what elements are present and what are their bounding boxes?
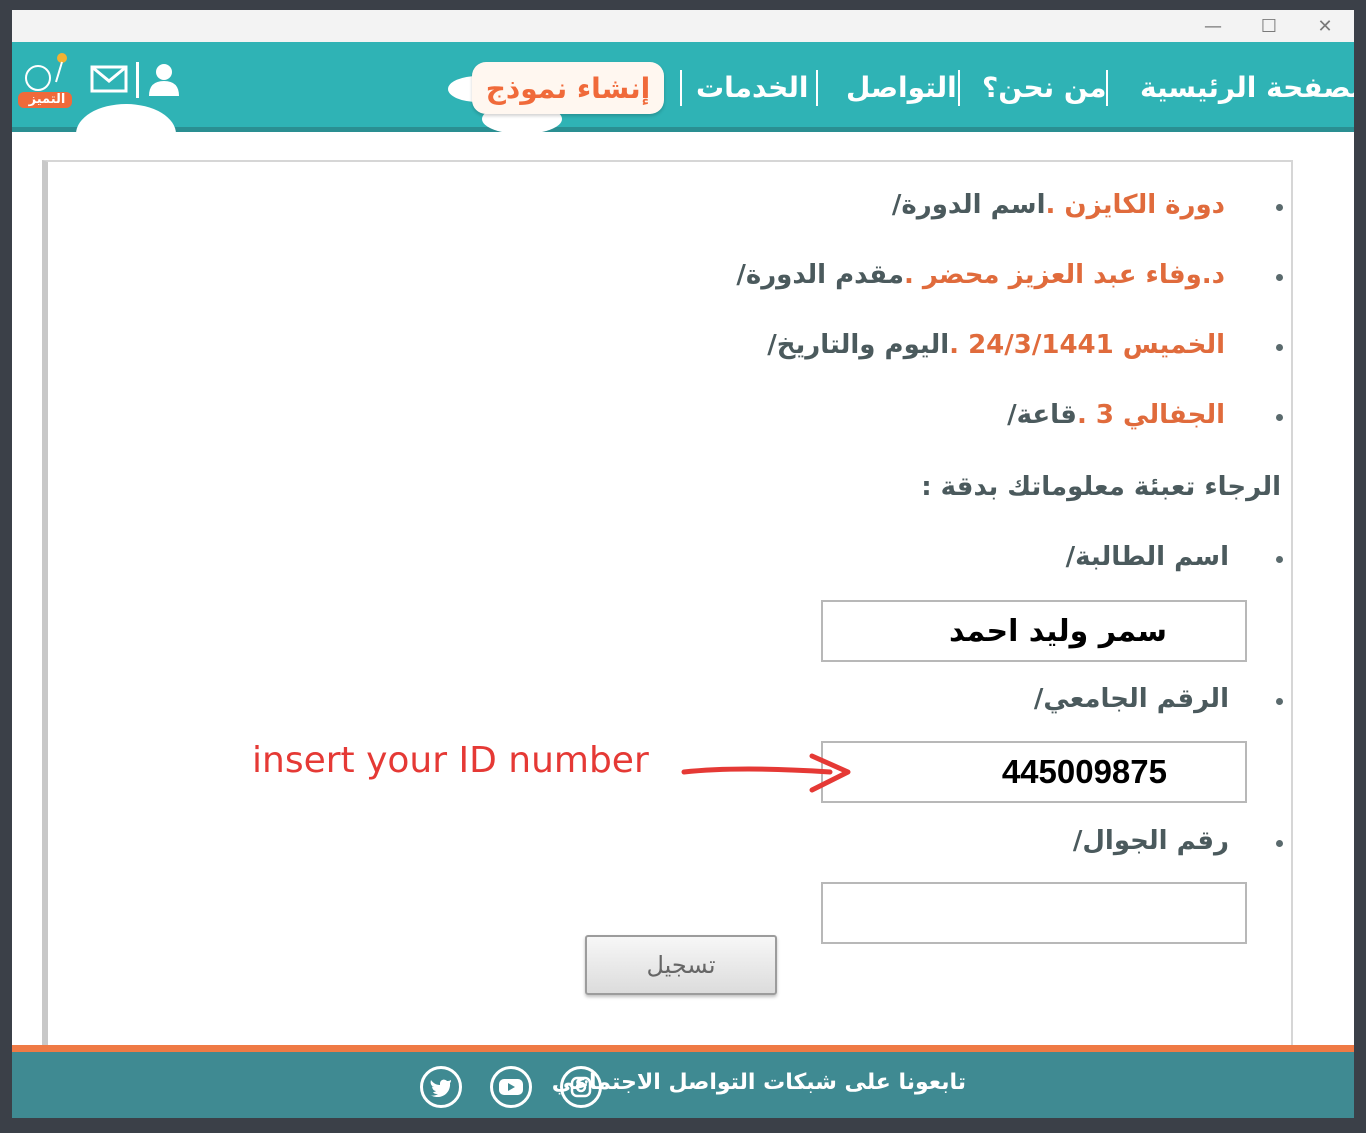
university-id-value: 445009875 bbox=[1001, 753, 1167, 790]
user-icon bbox=[149, 64, 179, 96]
bullet bbox=[1276, 840, 1283, 847]
registration-panel: اسم الدورة/ دورة الكايزن . مقدم الدورة/ … bbox=[42, 160, 1293, 1060]
university-id-row: الرقم الجامعي/ bbox=[1034, 684, 1229, 714]
student-name-label: اسم الطالبة/ bbox=[1065, 542, 1229, 572]
nav-home[interactable]: الصفحة الرئيسية bbox=[1140, 42, 1354, 132]
mobile-row: رقم الجوال/ bbox=[1073, 826, 1229, 856]
envelope-icon bbox=[90, 65, 128, 93]
course-hall-row: قاعة/ الجفالي 3 . bbox=[1007, 400, 1229, 430]
course-hall-label: قاعة/ bbox=[1007, 400, 1077, 430]
bullet bbox=[1276, 698, 1283, 705]
course-name-value: دورة الكايزن . bbox=[1045, 190, 1226, 220]
course-presenter-label: مقدم الدورة/ bbox=[736, 260, 904, 290]
youtube-link[interactable] bbox=[490, 1066, 532, 1108]
bullet bbox=[1276, 414, 1283, 421]
nav-contact[interactable]: التواصل bbox=[846, 42, 957, 132]
cloud-decoration bbox=[76, 104, 176, 164]
title-bar: — ☐ ✕ bbox=[12, 10, 1354, 42]
mobile-label: رقم الجوال/ bbox=[1072, 826, 1229, 856]
profile-button[interactable] bbox=[146, 62, 182, 98]
twitter-icon bbox=[430, 1079, 451, 1097]
course-name-row: اسم الدورة/ دورة الكايزن . bbox=[892, 190, 1229, 220]
nav-services[interactable]: الخدمات bbox=[696, 42, 808, 132]
student-name-row: اسم الطالبة/ bbox=[1066, 542, 1229, 572]
maximize-button[interactable]: ☐ bbox=[1246, 10, 1292, 42]
course-date-label: اليوم والتاريخ/ bbox=[767, 330, 950, 360]
annotation-text: insert your ID number bbox=[252, 740, 649, 781]
nav-separator bbox=[816, 70, 818, 106]
course-date-row: اليوم والتاريخ/ الخميس 24/3/1441 . bbox=[767, 330, 1229, 360]
site-logo[interactable]: التميز bbox=[16, 48, 80, 122]
top-navigation: التميز إنشاء نموذج الخدمات التواصل من نح… bbox=[12, 42, 1354, 164]
minimize-icon: — bbox=[1204, 15, 1222, 37]
course-hall-value: الجفالي 3 . bbox=[1076, 400, 1225, 430]
header-divider bbox=[136, 62, 139, 98]
footer: تابعونا على شبكات التواصل الاجتماعي bbox=[12, 1045, 1354, 1118]
university-id-label: الرقم الجامعي/ bbox=[1033, 684, 1229, 714]
annotation-arrow-icon bbox=[681, 753, 851, 793]
instagram-icon bbox=[570, 1076, 592, 1098]
university-id-input[interactable]: 445009875 bbox=[821, 741, 1247, 803]
minimize-button[interactable]: — bbox=[1190, 10, 1236, 42]
bullet bbox=[1276, 556, 1283, 563]
logo-icon bbox=[18, 53, 72, 108]
logo-text: التميز bbox=[28, 92, 66, 107]
maximize-icon: ☐ bbox=[1260, 15, 1278, 37]
youtube-icon bbox=[499, 1079, 523, 1095]
bullet bbox=[1276, 344, 1283, 351]
close-icon: ✕ bbox=[1317, 15, 1333, 37]
footer-follow-text: تابعونا على شبكات التواصل الاجتماعي bbox=[551, 1070, 966, 1095]
student-name-value: سمر وليد احمد bbox=[949, 613, 1167, 649]
course-presenter-value: د.وفاء عبد العزيز محضر . bbox=[903, 260, 1225, 290]
nav-about[interactable]: من نحن؟ bbox=[982, 42, 1106, 132]
course-presenter-row: مقدم الدورة/ د.وفاء عبد العزيز محضر . bbox=[736, 260, 1229, 290]
course-name-label: اسم الدورة/ bbox=[891, 190, 1046, 220]
nav-separator bbox=[680, 70, 682, 106]
mobile-input[interactable] bbox=[821, 882, 1247, 944]
register-button[interactable]: تسجيل bbox=[585, 935, 777, 995]
app-window: — ☐ ✕ التميز إنشاء نموذج الخدمات التواصل… bbox=[12, 10, 1354, 1118]
student-name-input[interactable]: سمر وليد احمد bbox=[821, 600, 1247, 662]
bullet bbox=[1276, 204, 1283, 211]
messages-button[interactable] bbox=[90, 64, 128, 94]
nav-separator bbox=[1106, 70, 1108, 106]
twitter-link[interactable] bbox=[420, 1066, 462, 1108]
create-form-button[interactable]: إنشاء نموذج bbox=[472, 62, 664, 114]
nav-separator bbox=[958, 70, 960, 106]
instagram-link[interactable] bbox=[560, 1066, 602, 1108]
bullet bbox=[1276, 274, 1283, 281]
close-window-button[interactable]: ✕ bbox=[1302, 10, 1348, 42]
form-instruction: الرجاء تعبئة معلوماتك بدقة : bbox=[921, 472, 1281, 502]
course-date-value: الخميس 24/3/1441 . bbox=[949, 330, 1225, 360]
